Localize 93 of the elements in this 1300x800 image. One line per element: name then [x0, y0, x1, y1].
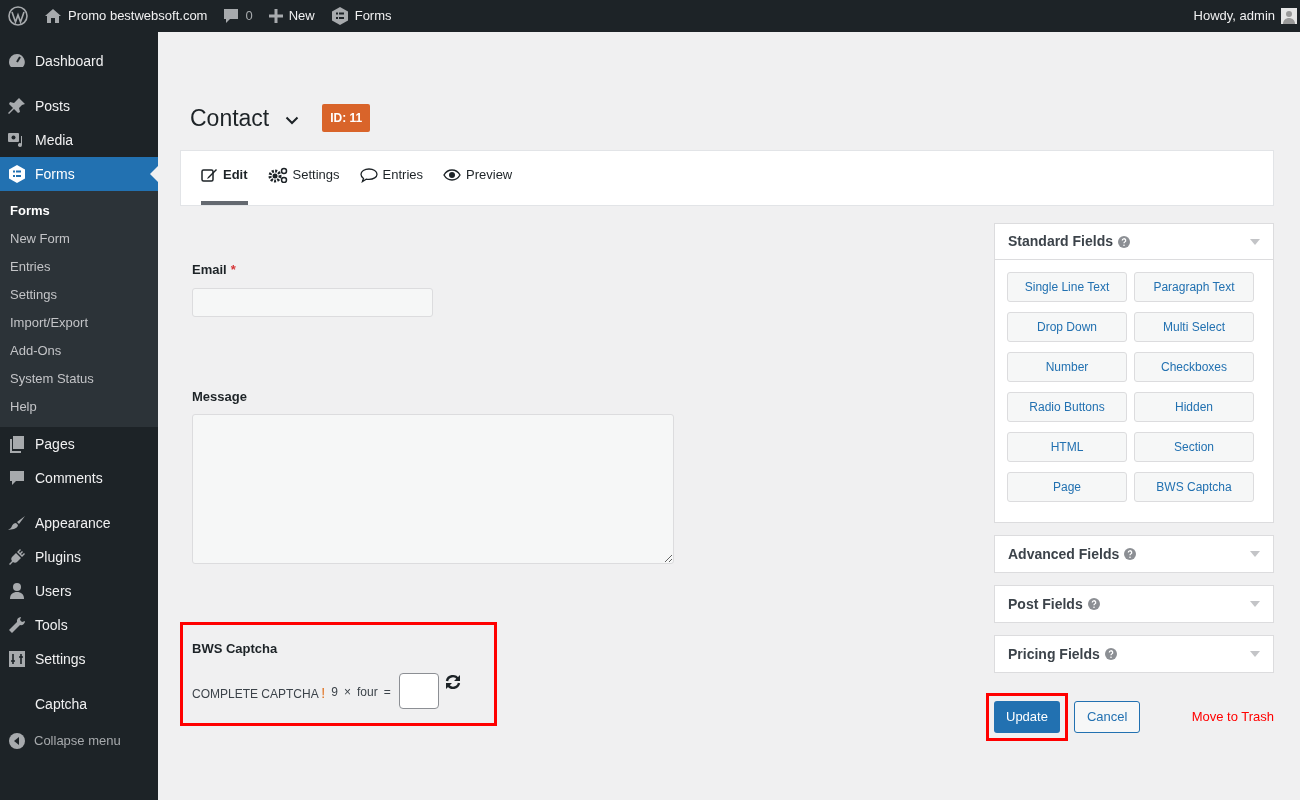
refresh-icon[interactable]	[443, 673, 462, 690]
form-title: Contact	[190, 103, 270, 133]
field-type-button[interactable]: Radio Buttons	[1007, 392, 1127, 422]
comment-icon	[223, 8, 240, 24]
field-group-title[interactable]: Standard Fields	[1008, 231, 1114, 252]
sidebar-item[interactable]: Dashboard	[0, 44, 158, 78]
home-icon	[44, 8, 62, 24]
sidebar-item[interactable]: Media	[0, 123, 158, 157]
sidebar-item[interactable]: Appearance	[0, 506, 158, 540]
field-group-title[interactable]: Post Fields	[1008, 593, 1083, 615]
field-label: Message	[192, 387, 247, 406]
forms-link[interactable]: Forms	[354, 6, 392, 26]
captcha-label: BWS Captcha	[192, 640, 279, 658]
sidebar-item[interactable]: Users	[0, 574, 158, 608]
field-type-button[interactable]: Page	[1007, 472, 1127, 502]
sidebar-item[interactable]: Settings	[0, 642, 158, 676]
collapse-menu-button[interactable]: Collapse menu	[34, 731, 121, 751]
eye-icon	[443, 169, 461, 181]
field-type-button[interactable]: Paragraph Text	[1134, 272, 1254, 302]
captcha-expression-part: 9	[331, 683, 338, 701]
help-icon[interactable]	[1104, 648, 1117, 660]
form-id-badge: ID: 11	[322, 104, 371, 132]
paintbrush-icon	[7, 513, 27, 533]
sidebar-item[interactable]: Posts	[0, 89, 158, 123]
required-mark: *	[230, 262, 236, 277]
help-icon[interactable]	[1087, 598, 1100, 610]
submenu-item[interactable]: New Form	[0, 225, 158, 253]
update-button[interactable]: Update	[994, 701, 1060, 733]
sidebar-item[interactable]: Captcha	[0, 687, 158, 721]
form-tab[interactable]: Preview	[443, 151, 513, 205]
chevron-down-icon[interactable]	[285, 115, 300, 125]
field-group-title[interactable]: Pricing Fields	[1008, 643, 1100, 665]
gears-icon	[267, 167, 288, 183]
submenu-item[interactable]: Settings	[0, 281, 158, 309]
plug-icon	[7, 547, 27, 567]
speech-bubble-icon	[359, 167, 378, 183]
captcha-expression-part: four	[356, 683, 378, 701]
captcha-expression-part: ×	[343, 683, 351, 701]
captcha-prompt: COMPLETE CAPTCHA !	[192, 683, 326, 703]
caret-icon[interactable]	[1250, 238, 1260, 245]
captcha-expression-part: =	[383, 683, 391, 701]
avatar-icon[interactable]	[1281, 8, 1297, 24]
submenu-item[interactable]: Help	[0, 393, 158, 421]
sidebar-item[interactable]: Forms	[0, 157, 158, 191]
forms-icon	[330, 7, 349, 25]
help-icon[interactable]	[1124, 548, 1137, 560]
greeting-link[interactable]: Howdy, admin	[1193, 6, 1275, 26]
submenu-item[interactable]: Forms	[0, 197, 158, 225]
pages-icon	[7, 434, 27, 454]
sidebar-item[interactable]: Pages	[0, 427, 158, 461]
submenu-item[interactable]: Import/Export	[0, 309, 158, 337]
field-type-button[interactable]: BWS Captcha	[1134, 472, 1254, 502]
form-tab[interactable]: Settings	[267, 151, 340, 205]
cancel-button[interactable]: Cancel	[1073, 701, 1141, 733]
forms-icon	[8, 165, 26, 183]
field-type-button[interactable]: Drop Down	[1007, 312, 1127, 342]
field-group-title[interactable]: Advanced Fields	[1008, 543, 1120, 565]
site-name-link[interactable]: Promo bestwebsoft.com	[68, 6, 208, 26]
field-type-button[interactable]: Number	[1007, 352, 1127, 382]
edit-icon	[201, 167, 218, 183]
caret-icon[interactable]	[1250, 551, 1260, 557]
user-icon	[7, 581, 27, 601]
move-to-trash-link[interactable]: Move to Trash	[1191, 707, 1274, 727]
field-type-button[interactable]: Hidden	[1134, 392, 1254, 422]
field-type-button[interactable]: Checkboxes	[1134, 352, 1254, 382]
wrench-icon	[7, 615, 27, 635]
submenu-item[interactable]: Add-Ons	[0, 337, 158, 365]
comment-count[interactable]: 0	[245, 6, 253, 26]
field-type-button[interactable]: Section	[1134, 432, 1254, 462]
captcha-answer-input[interactable]	[398, 672, 439, 709]
sidebar-item[interactable]: Tools	[0, 608, 158, 642]
caret-icon[interactable]	[1250, 651, 1260, 657]
pushpin-icon	[7, 96, 27, 116]
submenu-item[interactable]: Entries	[0, 253, 158, 281]
form-tab[interactable]: Edit	[201, 151, 248, 205]
field-type-button[interactable]: Single Line Text	[1007, 272, 1127, 302]
collapse-icon[interactable]	[8, 732, 26, 750]
email-input[interactable]	[192, 287, 433, 317]
comment-icon	[9, 470, 25, 486]
submenu-item[interactable]: System Status	[0, 365, 158, 393]
current-menu-pointer	[150, 166, 158, 182]
form-tab[interactable]: Entries	[359, 151, 423, 205]
field-type-button[interactable]: Multi Select	[1134, 312, 1254, 342]
wordpress-logo-icon[interactable]	[8, 6, 28, 26]
sliders-icon	[7, 649, 27, 669]
caret-icon[interactable]	[1250, 601, 1260, 607]
new-link[interactable]: New	[288, 6, 315, 26]
sidebar-item[interactable]: Comments	[0, 461, 158, 495]
field-type-button[interactable]: HTML	[1007, 432, 1127, 462]
plus-icon	[268, 9, 283, 23]
field-label: Email *	[192, 261, 236, 279]
help-icon[interactable]	[1118, 235, 1131, 248]
sidebar-item[interactable]: Plugins	[0, 540, 158, 574]
